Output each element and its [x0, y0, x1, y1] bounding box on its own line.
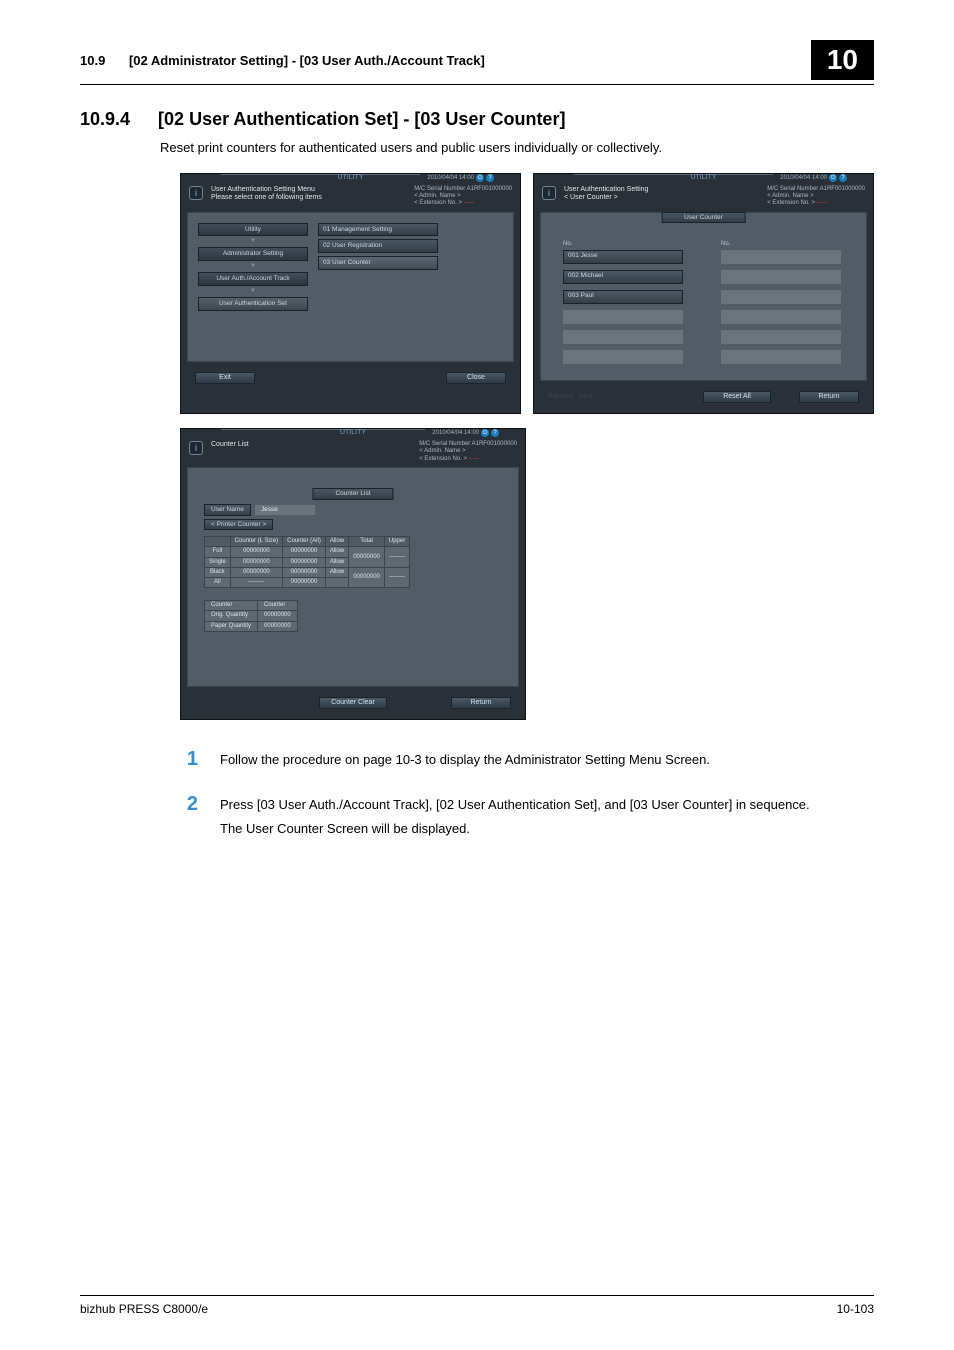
breadcrumb-utility[interactable]: Utility: [198, 223, 308, 237]
menu-user-counter[interactable]: 03 User Counter: [318, 256, 438, 270]
user-row-empty: [721, 270, 841, 284]
power-icon: ⏻: [481, 429, 489, 437]
footer-page: 10-103: [837, 1302, 874, 1316]
close-button[interactable]: Close: [446, 372, 506, 384]
breadcrumb-user-auth-set[interactable]: User Authentication Set: [198, 297, 308, 311]
exit-button[interactable]: Exit: [195, 372, 255, 384]
reset-all-button[interactable]: Reset All: [703, 391, 771, 403]
chevron-down-icon: ▼: [198, 289, 308, 294]
user-row-2[interactable]: 002 Michael: [563, 270, 683, 284]
prev-button[interactable]: Previous: [548, 393, 573, 400]
user-row-empty: [721, 310, 841, 324]
user-row-empty: [563, 330, 683, 344]
step-text-1: Follow the procedure on page 10-3 to dis…: [220, 748, 710, 773]
footer-product: bizhub PRESS C8000/e: [80, 1302, 208, 1316]
screenshot-counter-list: UTILITY 2010/04/04 14:00⏻? i Counter Lis…: [180, 428, 526, 720]
help-icon: ?: [486, 174, 494, 182]
section-description: Reset print counters for authenticated u…: [160, 140, 874, 155]
utility-label: UTILITY: [690, 174, 716, 182]
section-number: 10.9.4: [80, 109, 130, 130]
help-icon: ?: [491, 429, 499, 437]
power-icon: ⏻: [829, 174, 837, 182]
user-row-empty: [721, 250, 841, 264]
return-button[interactable]: Return: [799, 391, 859, 403]
breadcrumb-admin-setting[interactable]: Administrator Setting: [198, 247, 308, 261]
user-row-empty: [721, 290, 841, 304]
chevron-down-icon: ▼: [198, 239, 308, 244]
utility-label: UTILITY: [337, 174, 363, 182]
section-title: [02 User Authentication Set] - [03 User …: [158, 109, 565, 130]
info-icon: i: [542, 186, 556, 200]
header-section-title: [02 Administrator Setting] - [03 User Au…: [129, 53, 485, 68]
page-footer: bizhub PRESS C8000/e 10-103: [80, 1295, 874, 1316]
header-section-number: 10.9: [80, 53, 105, 68]
user-row-empty: [721, 350, 841, 364]
next-button[interactable]: Next: [579, 393, 592, 400]
user-row-empty: [721, 330, 841, 344]
step-text-2: Press [03 User Auth./Account Track], [02…: [220, 793, 810, 842]
counter-summary-table: CounterCounter Orig. Quantity00000000 Pa…: [204, 600, 298, 632]
chevron-down-icon: ▼: [198, 264, 308, 269]
user-row-1[interactable]: 001 Jesse: [563, 250, 683, 264]
user-row-3[interactable]: 003 Paul: [563, 290, 683, 304]
printer-counter-label: < Printer Counter >: [204, 519, 273, 531]
panel-title: Counter List: [312, 488, 393, 500]
step-number-2: 2: [180, 793, 198, 816]
step-number-1: 1: [180, 748, 198, 771]
counter-table: Counter (L Size) Counter (All) Allow Tot…: [204, 536, 410, 588]
counter-clear-button[interactable]: Counter Clear: [319, 697, 387, 709]
breadcrumb-user-auth-track[interactable]: User Auth./Account Track: [198, 272, 308, 286]
menu-user-registration[interactable]: 02 User Registration: [318, 239, 438, 253]
running-header: 10.9 [02 Administrator Setting] - [03 Us…: [80, 40, 874, 85]
info-icon: i: [189, 441, 203, 455]
user-row-empty: [563, 310, 683, 324]
screenshot-user-counter-list: UTILITY 2010/04/04 14:00⏻? i User Authen…: [533, 173, 874, 414]
menu-management-setting[interactable]: 01 Management Setting: [318, 223, 438, 237]
user-name-label: User Name: [204, 504, 251, 516]
power-icon: ⏻: [476, 174, 484, 182]
panel-title: User Counter: [661, 212, 746, 224]
return-button[interactable]: Return: [451, 697, 511, 709]
utility-label: UTILITY: [340, 429, 366, 437]
info-icon: i: [189, 186, 203, 200]
help-icon: ?: [839, 174, 847, 182]
chapter-number-badge: 10: [811, 40, 874, 80]
user-row-empty: [563, 350, 683, 364]
screenshot-user-auth-menu: UTILITY 2010/04/04 14:00⏻? i User Authen…: [180, 173, 521, 414]
user-name-value: Jesse: [255, 505, 315, 515]
